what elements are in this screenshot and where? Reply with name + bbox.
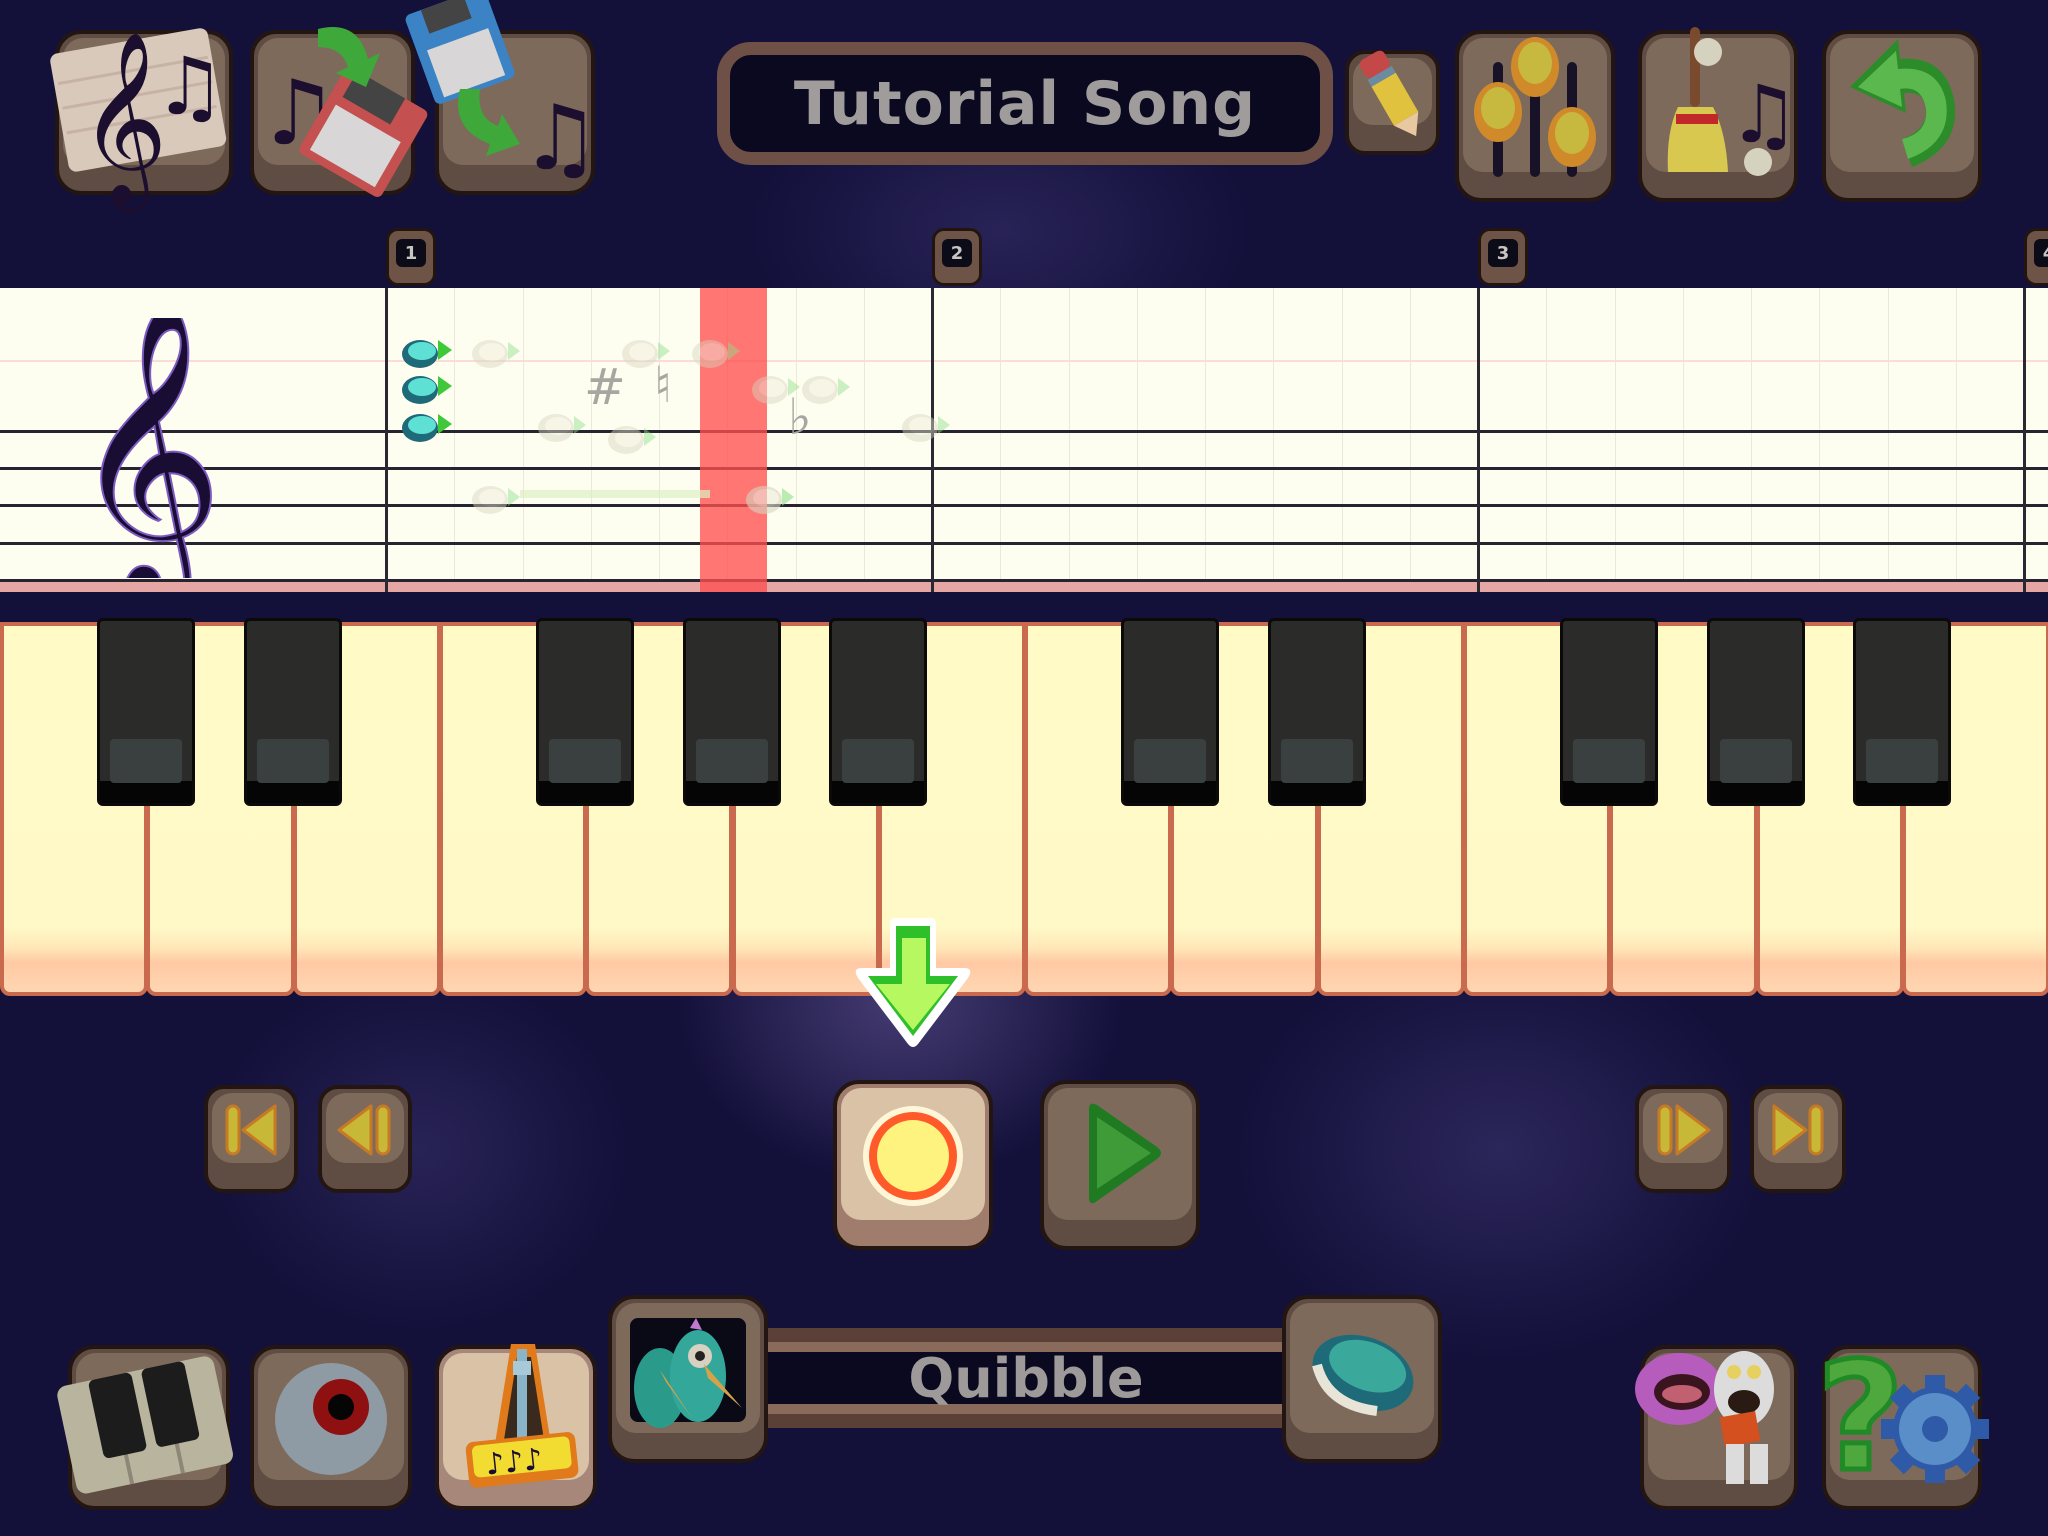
black-key[interactable]: [682, 618, 781, 806]
instrument-shell-icon: [1286, 1299, 1438, 1441]
down-arrow-icon: [855, 918, 971, 1047]
accidental-mark: #: [584, 358, 626, 416]
treble-clef-icon: 𝄞: [70, 318, 220, 578]
save-song-button[interactable]: ♫: [250, 26, 427, 197]
grid-line: [1751, 288, 1752, 582]
keyboard-toggle-button[interactable]: [57, 1345, 233, 1510]
grid-line: [590, 288, 592, 582]
step-back-button[interactable]: [318, 1085, 412, 1193]
grid-line: [454, 288, 456, 582]
pencil-icon: [1349, 50, 1436, 136]
note[interactable]: [536, 406, 590, 446]
measure-marker-1[interactable]: 1: [386, 228, 436, 286]
step-forward-icon: [1639, 1089, 1727, 1171]
note[interactable]: [744, 478, 798, 518]
mixer-sliders-icon: [1459, 34, 1611, 180]
svg-text:?: ?: [1817, 1331, 1904, 1505]
broom-icon: ♫: [1642, 27, 1800, 180]
undo-arrow-icon: [1826, 34, 1978, 180]
clear-notes-button[interactable]: ♫: [1638, 27, 1800, 202]
measure-marker-2[interactable]: 2: [932, 228, 982, 286]
instrument-button[interactable]: [1282, 1295, 1442, 1463]
skip-to-end-button[interactable]: [1750, 1085, 1846, 1193]
monster-name-bar: Quibble: [768, 1328, 1284, 1428]
skip-to-start-icon: [208, 1089, 294, 1171]
grid-line: [863, 288, 865, 582]
note[interactable]: [400, 406, 454, 446]
play-button[interactable]: [1040, 1080, 1200, 1250]
mixer-button[interactable]: [1455, 30, 1615, 202]
skip-to-end-icon: [1754, 1089, 1842, 1171]
help-settings-icon: ?: [1815, 1328, 1989, 1507]
grid-line: [1546, 288, 1548, 582]
help-settings-button[interactable]: ?: [1815, 1328, 1989, 1510]
black-key[interactable]: [828, 618, 927, 806]
svg-text:♫: ♫: [520, 86, 601, 191]
black-key[interactable]: [1121, 618, 1220, 806]
svg-text:𝄞: 𝄞: [70, 318, 220, 578]
note[interactable]: [470, 332, 524, 372]
black-key[interactable]: [1706, 618, 1805, 806]
measure-marker-4[interactable]: 4: [2024, 228, 2048, 286]
grid-line: [1682, 288, 1684, 582]
monster-name: Quibble: [768, 1342, 1284, 1414]
load-song-button[interactable]: ♫: [405, 0, 601, 195]
grid-line: [1000, 288, 1002, 582]
grid-line: [1614, 288, 1616, 582]
note-staff[interactable]: 𝄞 # ♮ ♭: [0, 288, 2048, 592]
save-floppy-icon: ♫: [254, 26, 427, 197]
grid-line: [1341, 288, 1343, 582]
measure-marker-3[interactable]: 3: [1478, 228, 1528, 286]
svg-text:♪♪♪: ♪♪♪: [484, 1441, 545, 1482]
visibility-button[interactable]: [250, 1345, 412, 1510]
monsters-icon: [1635, 1349, 1794, 1488]
grid-line: [1955, 288, 1957, 582]
note[interactable]: [900, 406, 954, 446]
note[interactable]: [606, 418, 660, 458]
skip-to-start-button[interactable]: [204, 1085, 298, 1193]
svg-text:♫: ♫: [1728, 68, 1800, 161]
grid-line: [1136, 288, 1138, 582]
black-key[interactable]: [97, 618, 196, 806]
rename-button[interactable]: [1345, 50, 1440, 155]
accidental-mark: ♭: [788, 388, 812, 446]
note[interactable]: [400, 368, 454, 408]
grid-line: [1068, 288, 1070, 582]
play-icon: [1044, 1084, 1196, 1228]
black-key[interactable]: [1267, 618, 1366, 806]
step-forward-button[interactable]: [1635, 1085, 1731, 1193]
keyboard-icon: [57, 1349, 233, 1494]
monsters-button[interactable]: [1635, 1345, 1798, 1510]
sheet-music-icon: 𝄞 ♫: [50, 27, 229, 213]
grid-line: [1887, 288, 1889, 582]
black-key[interactable]: [243, 618, 342, 806]
monster-portrait-button[interactable]: [608, 1295, 768, 1463]
accidental-mark: ♮: [654, 356, 672, 414]
grid-line: [1205, 288, 1206, 582]
svg-text:♫: ♫: [154, 40, 226, 133]
black-key[interactable]: [1560, 618, 1659, 806]
black-key[interactable]: [1852, 618, 1951, 806]
record-button[interactable]: [833, 1080, 993, 1250]
eye-icon: [254, 1349, 408, 1488]
metronome-button[interactable]: ♪♪♪: [435, 1343, 597, 1510]
record-icon: [837, 1084, 989, 1228]
grid-line: [1409, 288, 1411, 582]
step-back-icon: [322, 1089, 408, 1171]
undo-button[interactable]: [1822, 30, 1982, 202]
monster-portrait-icon: [612, 1299, 764, 1441]
song-sheet-button[interactable]: 𝄞 ♫: [50, 27, 233, 213]
piano-keyboard: [0, 618, 2048, 1000]
song-title[interactable]: Tutorial Song: [717, 42, 1333, 165]
metronome-icon: ♪♪♪: [439, 1343, 593, 1488]
note-sustain: [520, 490, 710, 498]
load-floppy-icon: ♫: [405, 0, 601, 191]
grid-line: [1819, 288, 1821, 582]
black-key[interactable]: [536, 618, 635, 806]
grid-line: [1273, 288, 1275, 582]
note[interactable]: [690, 332, 744, 372]
note[interactable]: [470, 478, 524, 518]
note[interactable]: [400, 332, 454, 372]
